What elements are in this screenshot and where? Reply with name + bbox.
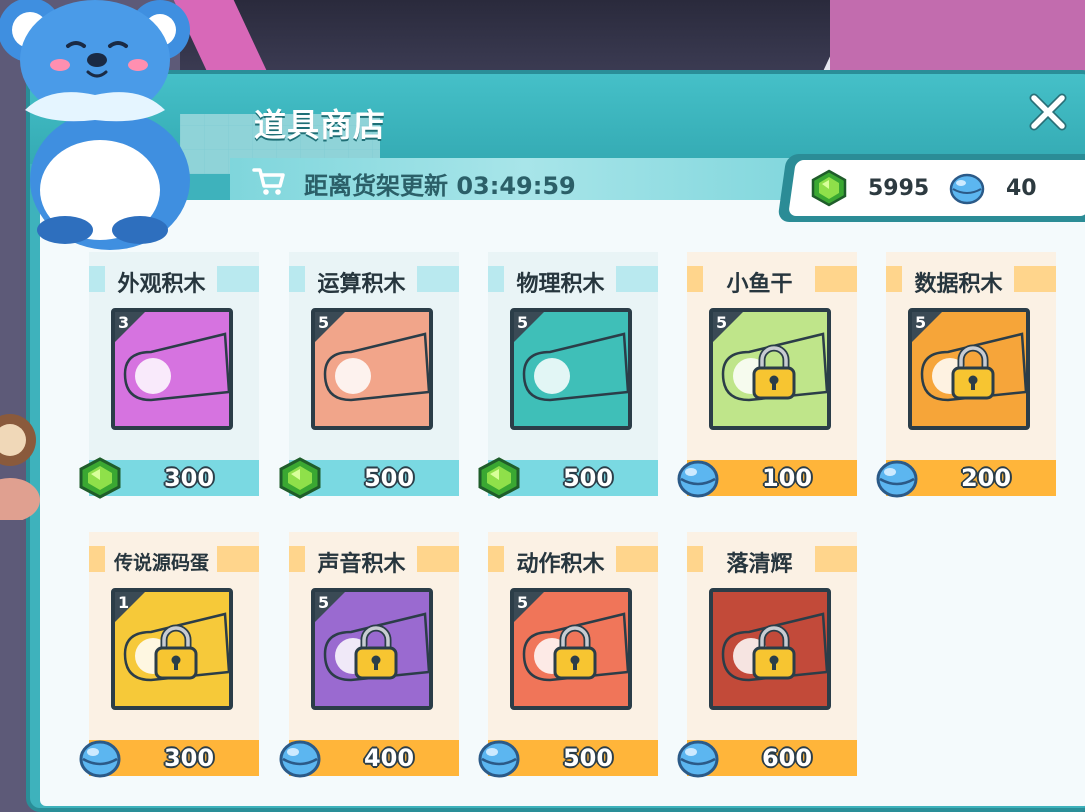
lock-icon bbox=[553, 624, 597, 680]
price-button[interactable]: 300 bbox=[79, 457, 259, 499]
lock-icon bbox=[154, 624, 198, 680]
shop-item-card[interactable]: 落清辉 600 bbox=[677, 532, 857, 778]
gem-balance: 5995 bbox=[810, 166, 929, 210]
item-price: 100 bbox=[761, 464, 813, 492]
blue-ball-icon bbox=[876, 460, 918, 498]
lock-icon bbox=[752, 624, 796, 680]
ball-balance: 40 bbox=[948, 166, 1037, 210]
item-price: 500 bbox=[363, 464, 415, 492]
shop-item-card[interactable]: 外观积木 3 300 bbox=[79, 252, 259, 499]
price-button[interactable]: 500 bbox=[279, 457, 459, 499]
price-button[interactable]: 400 bbox=[279, 740, 459, 778]
item-name: 动作积木 bbox=[516, 552, 605, 577]
item-price: 500 bbox=[562, 464, 614, 492]
item-count: 5 bbox=[517, 593, 529, 612]
shopping-cart-icon bbox=[252, 168, 285, 195]
shop-item-card[interactable]: 声音积木 5 400 bbox=[279, 532, 459, 778]
item-name: 声音积木 bbox=[317, 552, 406, 577]
item-count: 5 bbox=[915, 313, 927, 332]
shop-title: 道具商店 bbox=[254, 106, 387, 144]
card-name-banner: 数据积木 bbox=[886, 264, 1056, 297]
shop-item-card[interactable]: 数据积木 5 200 bbox=[876, 252, 1056, 498]
item-name: 小鱼干 bbox=[726, 272, 793, 297]
green-gem-icon bbox=[478, 457, 520, 499]
gem-count: 5995 bbox=[868, 175, 930, 201]
lock-icon bbox=[354, 624, 398, 680]
lock-icon bbox=[951, 344, 995, 400]
item-name: 运算积木 bbox=[317, 272, 406, 297]
item-name: 外观积木 bbox=[117, 272, 206, 297]
item-price: 600 bbox=[761, 744, 813, 772]
blue-ball-icon bbox=[279, 740, 321, 778]
item-thumbnail[interactable]: 5 bbox=[311, 308, 433, 430]
item-count: 1 bbox=[118, 593, 130, 612]
item-count: 5 bbox=[517, 313, 529, 332]
card-name-banner: 外观积木 bbox=[89, 264, 259, 297]
item-thumbnail[interactable]: 5 bbox=[311, 588, 433, 710]
item-count: 5 bbox=[318, 313, 330, 332]
item-name: 落清辉 bbox=[726, 552, 793, 577]
card-name-banner: 落清辉 bbox=[687, 544, 857, 577]
item-count: 5 bbox=[716, 313, 728, 332]
side-critter-icon bbox=[0, 414, 40, 520]
price-button[interactable]: 500 bbox=[478, 457, 658, 499]
item-thumbnail[interactable]: 1 bbox=[111, 588, 233, 710]
shop-item-card[interactable]: 小鱼干 5 100 bbox=[677, 252, 857, 498]
blue-ball-icon bbox=[79, 740, 121, 778]
green-gem-icon bbox=[79, 457, 121, 499]
refresh-timer-bar: 距离货架更新 03:49:59 bbox=[230, 158, 820, 204]
item-count: 5 bbox=[318, 593, 330, 612]
close-icon bbox=[1029, 93, 1067, 131]
blue-ball-icon bbox=[677, 740, 719, 778]
item-price: 400 bbox=[363, 744, 415, 772]
card-name-banner: 传说源码蛋 bbox=[89, 544, 259, 574]
card-name-banner: 动作积木 bbox=[488, 544, 658, 577]
item-thumbnail[interactable]: 5 bbox=[510, 588, 632, 710]
price-button[interactable]: 500 bbox=[478, 740, 658, 778]
green-gem-icon bbox=[279, 457, 321, 499]
ball-count: 40 bbox=[1006, 175, 1037, 201]
item-thumbnail[interactable]: 3 bbox=[111, 308, 233, 430]
item-count: 3 bbox=[118, 313, 130, 332]
price-button[interactable]: 100 bbox=[677, 460, 857, 498]
item-thumbnail[interactable] bbox=[709, 588, 831, 710]
lock-icon bbox=[752, 344, 796, 400]
shop-item-card[interactable]: 运算积木 5 500 bbox=[279, 252, 459, 499]
green-gem-icon bbox=[811, 169, 847, 207]
card-name-banner: 物理积木 bbox=[488, 264, 658, 297]
blue-ball-icon bbox=[677, 460, 719, 498]
item-name: 物理积木 bbox=[516, 272, 605, 297]
item-price: 500 bbox=[562, 744, 614, 772]
card-name-banner: 运算积木 bbox=[289, 264, 459, 297]
shop-item-card[interactable]: 动作积木 5 500 bbox=[478, 532, 658, 778]
price-button[interactable]: 200 bbox=[876, 460, 1056, 498]
background-floor bbox=[180, 0, 880, 80]
item-thumbnail[interactable]: 5 bbox=[908, 308, 1030, 430]
shop-item-card[interactable]: 传说源码蛋 1 300 bbox=[79, 532, 259, 778]
item-name: 传说源码蛋 bbox=[113, 552, 209, 574]
blue-ball-icon bbox=[949, 173, 985, 205]
refresh-timer-text: 距离货架更新 03:49:59 bbox=[304, 172, 576, 200]
blue-ball-icon bbox=[478, 740, 520, 778]
item-price: 300 bbox=[163, 744, 215, 772]
price-button[interactable]: 600 bbox=[677, 740, 857, 778]
item-price: 200 bbox=[960, 464, 1012, 492]
item-name: 数据积木 bbox=[914, 272, 1003, 297]
close-button[interactable] bbox=[1026, 90, 1070, 134]
item-thumbnail[interactable]: 5 bbox=[510, 308, 632, 430]
card-name-banner: 声音积木 bbox=[289, 544, 459, 577]
koala-mascot-icon bbox=[0, 0, 190, 250]
item-price: 300 bbox=[163, 464, 215, 492]
item-thumbnail[interactable]: 5 bbox=[709, 308, 831, 430]
shop-item-card[interactable]: 物理积木 5 500 bbox=[478, 252, 658, 499]
price-button[interactable]: 300 bbox=[79, 740, 259, 778]
card-name-banner: 小鱼干 bbox=[687, 264, 857, 297]
